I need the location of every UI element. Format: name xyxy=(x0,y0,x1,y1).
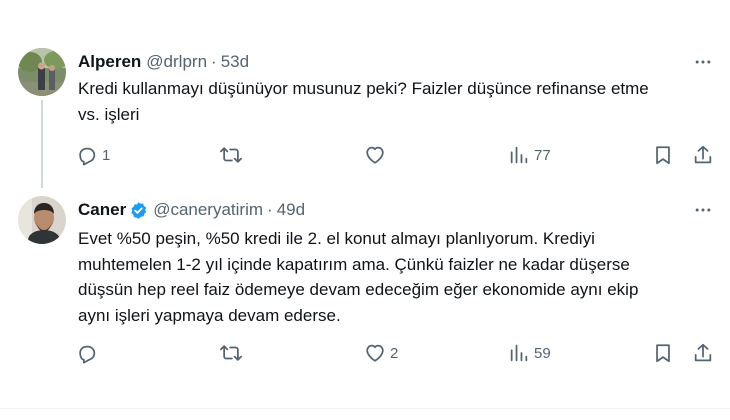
author-handle[interactable]: @drlprn xyxy=(146,52,207,72)
heart-icon xyxy=(366,146,384,164)
share-button[interactable] xyxy=(692,142,714,168)
author-name[interactable]: Alperen xyxy=(78,52,141,72)
reply-icon xyxy=(79,345,96,364)
tweet-text-line: düşsün hep reel faiz ödemeye devam edece… xyxy=(78,280,639,299)
avatar[interactable] xyxy=(18,48,66,96)
bookmark-button[interactable] xyxy=(652,340,674,366)
views-button[interactable]: 59 xyxy=(508,340,551,366)
views-icon xyxy=(510,146,528,164)
share-icon xyxy=(694,145,712,164)
verified-badge-icon[interactable] xyxy=(129,201,148,220)
like-count: 2 xyxy=(390,344,399,362)
tweet-text-line: vs. işleri xyxy=(78,104,140,124)
tweet-header: Alperen @drlprn · 53d xyxy=(78,51,249,73)
reply-count: 1 xyxy=(102,146,111,164)
separator: · xyxy=(267,200,273,219)
like-button[interactable] xyxy=(364,142,390,168)
thread-line xyxy=(41,100,43,188)
bottom-divider xyxy=(0,408,730,409)
tweet-text-line: aynı işleri yapmaya devam ederse. xyxy=(78,305,341,325)
retweet-icon xyxy=(220,147,242,163)
more-icon[interactable] xyxy=(690,199,716,221)
retweet-button[interactable] xyxy=(220,142,246,168)
reply-icon xyxy=(79,147,96,166)
reply-button[interactable]: 1 xyxy=(76,142,110,168)
action-bar: 1 77 xyxy=(72,142,722,168)
reply-button[interactable] xyxy=(76,340,102,366)
timestamp[interactable]: 49d xyxy=(277,200,305,220)
like-button[interactable]: 2 xyxy=(364,340,398,366)
share-icon xyxy=(694,343,712,362)
views-count: 59 xyxy=(534,344,551,362)
bookmark-icon xyxy=(656,146,670,165)
author-handle[interactable]: @caneryatirim xyxy=(153,200,263,220)
timestamp[interactable]: 53d xyxy=(221,52,249,72)
tweet-1[interactable]: Alperen @drlprn · 53d Kredi kullanmayı d… xyxy=(0,0,730,188)
author-name[interactable]: Caner xyxy=(78,200,126,220)
avatar[interactable] xyxy=(18,196,66,244)
bookmark-icon xyxy=(656,344,670,363)
views-button[interactable]: 77 xyxy=(508,142,551,168)
tweet-header: Caner @caneryatirim · 49d xyxy=(78,199,305,221)
share-button[interactable] xyxy=(692,340,714,366)
tweet-2[interactable]: Caner @caneryatirim · 49d Evet %50 peşin… xyxy=(0,188,730,420)
separator: · xyxy=(211,52,217,71)
views-count: 77 xyxy=(534,146,551,164)
tweet-text: Kredi kullanmayı düşünüyor musunuz peki?… xyxy=(78,76,718,127)
heart-icon xyxy=(366,344,384,362)
tweet-text-line: muhtemelen 1-2 yıl içinde kapatırım ama.… xyxy=(78,254,630,274)
action-bar: 2 59 xyxy=(72,340,722,366)
bookmark-button[interactable] xyxy=(652,142,674,168)
retweet-icon xyxy=(220,345,242,361)
views-icon xyxy=(510,344,528,362)
more-icon[interactable] xyxy=(690,51,716,73)
tweet-text-line: Evet %50 peşin, %50 kredi ile 2. el konu… xyxy=(78,229,595,248)
tweet-text: Evet %50 peşin, %50 kredi ile 2. el konu… xyxy=(78,226,718,328)
tweet-text-line: Kredi kullanmayı düşünüyor musunuz peki?… xyxy=(78,79,649,98)
retweet-button[interactable] xyxy=(220,340,246,366)
